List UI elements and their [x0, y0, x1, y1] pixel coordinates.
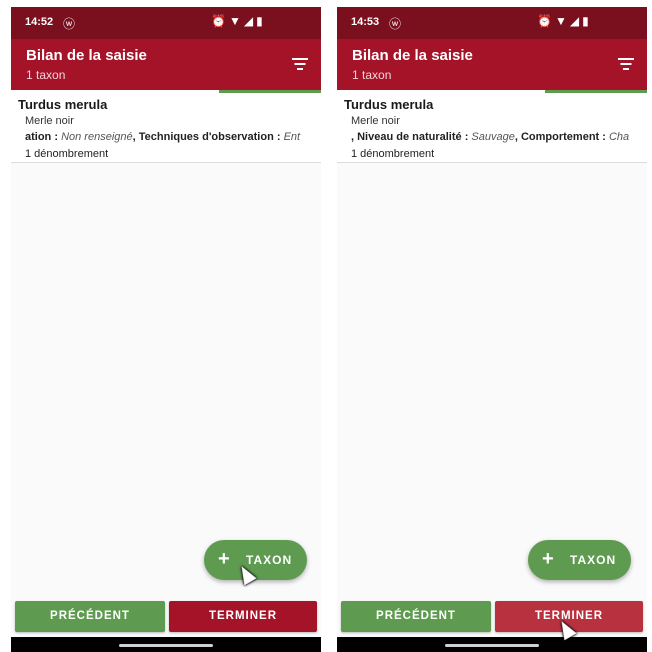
phone-screen-right: 14:53 ⓦ ⏰▼◢▮ Bilan de la saisie 1 taxon …: [337, 7, 647, 652]
filter-icon[interactable]: [617, 57, 635, 71]
details-value-2: Cha: [608, 131, 630, 143]
battery-icon: ▮: [582, 14, 592, 28]
app-bar: Bilan de la saisie 1 taxon: [11, 39, 321, 90]
home-gesture-pill[interactable]: [445, 644, 539, 647]
battery-icon: ▮: [256, 14, 266, 28]
page-subtitle: 1 taxon: [352, 68, 392, 82]
taxon-list-item[interactable]: Turdus merula Merle noir ation : Non ren…: [11, 93, 321, 163]
details-value-1: Sauvage: [471, 131, 515, 143]
home-gesture-pill[interactable]: [119, 644, 213, 647]
add-taxon-label: TAXON: [570, 553, 617, 567]
observation-details: ation : Non renseigné, Techniques d'obse…: [25, 131, 315, 143]
taxon-list-item[interactable]: Turdus merula Merle noir , Niveau de nat…: [337, 93, 647, 163]
count-label: 1 dénombrement: [351, 148, 435, 160]
whatsapp-icon: ⓦ: [389, 17, 402, 31]
finish-button[interactable]: TERMINER: [169, 601, 317, 632]
add-taxon-button[interactable]: + TAXON: [204, 540, 307, 580]
navigation-bar: [337, 637, 647, 652]
plus-icon: +: [218, 548, 230, 570]
status-time: 14:52: [25, 16, 54, 28]
filter-icon[interactable]: [291, 57, 309, 71]
status-time: 14:53: [351, 16, 380, 28]
details-value-2: Ent: [283, 131, 301, 143]
common-name: Merle noir: [351, 115, 400, 127]
details-label-1: , Niveau de naturalité :: [351, 131, 472, 143]
status-bar: 14:53 ⓦ ⏰▼◢▮: [337, 7, 647, 39]
details-label-2: , Techniques d'observation :: [132, 131, 284, 143]
phone-screen-left: 14:52 ⓦ ⏰▼◢▮ Bilan de la saisie 1 taxon …: [11, 7, 321, 652]
observation-details: , Niveau de naturalité : Sauvage, Compor…: [351, 131, 641, 143]
add-taxon-button[interactable]: + TAXON: [528, 540, 631, 580]
count-label: 1 dénombrement: [25, 148, 109, 160]
status-icons: ⏰▼◢▮: [537, 14, 592, 28]
page-title: Bilan de la saisie: [26, 47, 147, 64]
status-bar: 14:52 ⓦ ⏰▼◢▮: [11, 7, 321, 39]
wifi-icon: ▼: [554, 14, 570, 28]
wifi-icon: ▼: [228, 14, 244, 28]
page-subtitle: 1 taxon: [26, 68, 66, 82]
details-value-1: Non renseigné: [61, 131, 133, 143]
add-taxon-label: TAXON: [246, 553, 293, 567]
signal-icon: ◢: [243, 14, 257, 28]
previous-button[interactable]: PRÉCÉDENT: [341, 601, 491, 632]
whatsapp-icon: ⓦ: [63, 17, 76, 31]
scientific-name: Turdus merula: [344, 97, 434, 112]
scientific-name: Turdus merula: [18, 97, 108, 112]
previous-button[interactable]: PRÉCÉDENT: [15, 601, 165, 632]
details-label-1: ation :: [25, 131, 62, 143]
app-bar: Bilan de la saisie 1 taxon: [337, 39, 647, 90]
common-name: Merle noir: [25, 115, 74, 127]
navigation-bar: [11, 637, 321, 652]
page-title: Bilan de la saisie: [352, 47, 473, 64]
status-icons: ⏰▼◢▮: [211, 14, 266, 28]
details-label-2: , Comportement :: [514, 131, 609, 143]
alarm-icon: ⏰: [211, 14, 229, 28]
signal-icon: ◢: [569, 14, 583, 28]
alarm-icon: ⏰: [537, 14, 555, 28]
plus-icon: +: [542, 548, 554, 570]
